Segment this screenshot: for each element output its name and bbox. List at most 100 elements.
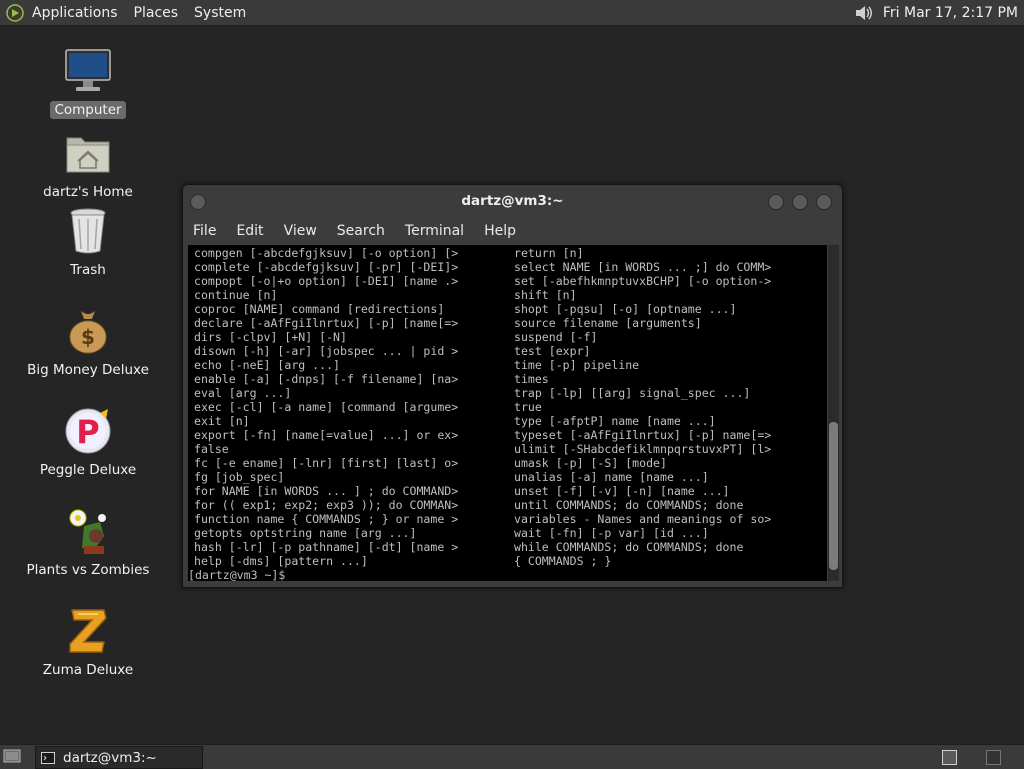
svg-text:$: $ [81,325,95,349]
menu-file[interactable]: File [183,223,226,239]
terminal-line-right: suspend [-f] [514,330,598,344]
terminal-line-right: time [-p] pipeline [514,358,640,372]
terminal-line-right: select NAME [in WORDS ... ;] do COMM> [514,260,772,274]
terminal-line-left: getopts optstring name [arg ...] [194,526,417,540]
terminal-line-right: while COMMANDS; do COMMANDS; done [514,540,744,554]
terminal-line-left: for NAME [in WORDS ... ] ; do COMMAND> [194,484,459,498]
desktop-icon-home[interactable]: dartz's Home [13,128,163,201]
desktop-icon-trash[interactable]: Trash [13,206,163,279]
desktop-icon-peggle[interactable]: P Peggle Deluxe [13,406,163,479]
money-bag-icon: $ [63,306,113,356]
desktop-icon-label: Computer [50,101,126,119]
terminal-line-left: disown [-h] [-ar] [jobspec ... | pid > [194,344,459,358]
terminal-line: disown [-h] [-ar] [jobspec ... | pid > te… [188,344,827,358]
terminal-line: exec [-cl] [-a name] [command [argume> tr… [188,400,827,414]
top-panel: Applications Places System Fri Mar 17, 2… [0,0,1024,26]
terminal-prompt: [dartz@vm3 ~]$ [188,568,286,581]
taskbar-item-label: dartz@vm3:~ [63,749,157,766]
zuma-icon [63,606,113,656]
terminal-line-right: unset [-f] [-v] [-n] [name ...] [514,484,730,498]
terminal-line-left: echo [-neE] [arg ...] [194,358,340,372]
window-menu-button[interactable] [190,194,206,210]
desktop-icon-computer[interactable]: Computer [13,46,163,119]
terminal-line-left: eval [arg ...] [194,386,292,400]
menu-help[interactable]: Help [474,223,526,239]
terminal-icon [41,751,55,764]
workspace-2-button[interactable] [986,750,1001,765]
terminal-window[interactable]: dartz@vm3:~ File Edit View Search Termin… [182,184,843,588]
distro-logo-icon[interactable] [6,3,24,22]
desktop-icon-label: dartz's Home [43,184,133,200]
terminal-line: fg [job_spec] unalias [-a] name [name ...… [188,470,827,484]
terminal-line-left: help [-dms] [pattern ...] [194,554,368,568]
volume-icon[interactable] [853,3,875,23]
system-menu[interactable]: System [194,5,246,21]
terminal-line: getopts optstring name [arg ...] wait [-f… [188,526,827,540]
terminal-line-right: true [514,400,542,414]
maximize-button[interactable] [792,194,808,210]
menu-edit[interactable]: Edit [226,223,273,239]
desktop-icon-label: Plants vs Zombies [26,562,150,578]
terminal-line-left: fc [-e ename] [-lnr] [first] [last] o> [194,456,459,470]
show-desktop-icon[interactable] [3,748,21,764]
terminal-line-left: enable [-a] [-dnps] [-f filename] [na> [194,372,459,386]
terminal-line-right: type [-afptP] name [name ...] [514,414,716,428]
terminal-line-right: unalias [-a] name [name ...] [514,470,709,484]
terminal-line-left: coproc [NAME] command [redirections] [194,302,445,316]
terminal-line-right: typeset [-aAfFgiIlnrtux] [-p] name[=> [514,428,772,442]
terminal-line: continue [n] shift [n] [188,288,827,302]
applications-menu[interactable]: Applications [32,5,118,21]
clock[interactable]: Fri Mar 17, 2:17 PM [883,5,1018,21]
places-menu[interactable]: Places [134,5,179,21]
terminal-line: compopt [-o|+o option] [-DEI] [name .> se… [188,274,827,288]
terminal-line-right: until COMMANDS; do COMMANDS; done [514,498,744,512]
terminal-line: enable [-a] [-dnps] [-f filename] [na> ti… [188,372,827,386]
terminal-line-right: variables - Names and meanings of so> [514,512,772,526]
bottom-panel: dartz@vm3:~ [0,744,1024,769]
terminal-line-left: exit [n] [194,414,250,428]
terminal-line: eval [arg ...] trap [-lp] [[arg] signal_s… [188,386,827,400]
menu-search[interactable]: Search [327,223,395,239]
terminal-scrollbar[interactable] [828,245,839,581]
taskbar-item-terminal[interactable]: dartz@vm3:~ [35,746,203,769]
menu-view[interactable]: View [274,223,327,239]
home-folder-icon [63,128,113,178]
terminal-line-right: source filename [arguments] [514,316,702,330]
desktop-icon-big-money[interactable]: $ Big Money Deluxe [13,306,163,379]
terminal-line: export [-fn] [name[=value] ...] or ex> ty… [188,428,827,442]
panel-tray: Fri Mar 17, 2:17 PM [853,3,1018,23]
terminal-line-left: for (( exp1; exp2; exp3 )); do COMMAN> [194,498,459,512]
terminal-line-left: hash [-lr] [-p pathname] [-dt] [name > [194,540,459,554]
terminal-line-left: false [194,442,229,456]
computer-icon [63,46,113,96]
terminal-line: compgen [-abcdefgjksuv] [-o option] [> re… [188,246,827,260]
terminal-line-right: set [-abefhkmnptuvxBCHP] [-o option-> [514,274,772,288]
terminal-line: coproc [NAME] command [redirections] shop… [188,302,827,316]
window-title: dartz@vm3:~ [461,193,564,209]
desktop-icon-zuma[interactable]: Zuma Deluxe [13,606,163,679]
terminal-line-left: fg [job_spec] [194,470,285,484]
peggle-icon: P [63,406,113,456]
terminal-line: hash [-lr] [-p pathname] [-dt] [name > wh… [188,540,827,554]
terminal-line-left: continue [n] [194,288,278,302]
terminal-line-right: times [514,372,549,386]
terminal-line: fc [-e ename] [-lnr] [first] [last] o> um… [188,456,827,470]
terminal-line-left: dirs [-clpv] [+N] [-N] [194,330,347,344]
terminal-line-left: export [-fn] [name[=value] ...] or ex> [194,428,459,442]
terminal-line-right: ulimit [-SHabcdefiklmnpqrstuvxPT] [l> [514,442,772,456]
close-button[interactable] [816,194,832,210]
desktop-icon-label: Peggle Deluxe [39,462,137,478]
terminal-line: echo [-neE] [arg ...] time [-p] pipeline [188,358,827,372]
desktop-icon-plants-vs-zombies[interactable]: Plants vs Zombies [13,506,163,579]
scrollbar-thumb[interactable] [829,422,838,570]
menu-terminal[interactable]: Terminal [395,223,474,239]
trash-icon [63,206,113,256]
terminal-line-right: trap [-lp] [[arg] signal_spec ...] [514,386,751,400]
plants-vs-zombies-icon [63,506,113,556]
desktop-icon-label: Trash [70,262,106,278]
window-titlebar[interactable]: dartz@vm3:~ [183,185,842,217]
terminal-output[interactable]: compgen [-abcdefgjksuv] [-o option] [> re… [188,245,827,581]
workspace-1-button[interactable] [942,750,957,765]
minimize-button[interactable] [768,194,784,210]
terminal-line: false ulimit [-SHabcdefiklmnpqrstuvxPT] [… [188,442,827,456]
